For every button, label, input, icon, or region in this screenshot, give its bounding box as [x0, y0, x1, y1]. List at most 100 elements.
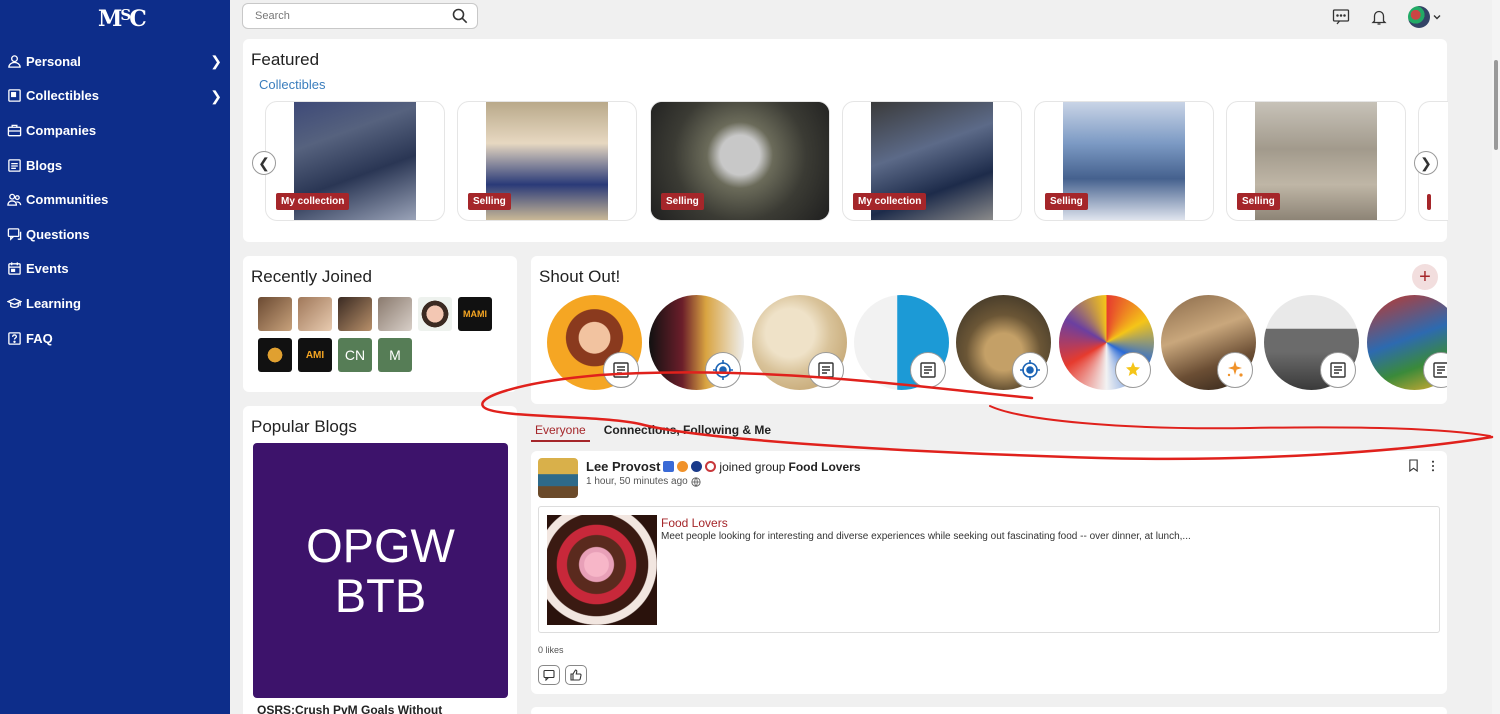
tab-connections[interactable]: Connections, Following & Me	[600, 420, 775, 442]
avatar[interactable]	[418, 297, 452, 331]
post-actions	[1408, 459, 1435, 472]
sidebar-item-label: Learning	[26, 295, 81, 311]
question-chat-icon	[7, 227, 22, 241]
status-badge: Selling	[1045, 193, 1088, 210]
member-avatars: MAMI AMI CN M	[258, 297, 508, 372]
avatar[interactable]: AMI	[298, 338, 332, 372]
group-preview[interactable]: Food Lovers Meet people looking for inte…	[538, 506, 1440, 633]
avatar[interactable]	[378, 297, 412, 331]
avatar[interactable]: MAMI	[458, 297, 492, 331]
featured-title: Featured	[251, 50, 320, 69]
avatar[interactable]	[258, 297, 292, 331]
target-icon	[1012, 352, 1048, 388]
blog-icon	[8, 158, 21, 172]
featured-card[interactable]: Selling	[1034, 101, 1214, 221]
shout-out-title: Shout Out!	[539, 267, 621, 286]
user-menu[interactable]	[1408, 6, 1442, 28]
sidebar-item-blogs[interactable]: Blogs	[0, 148, 230, 183]
sidebar-item-personal[interactable]: Personal ❯	[0, 44, 230, 79]
group-title[interactable]: Food Lovers	[661, 516, 728, 530]
status-badge: My collection	[276, 193, 350, 210]
feed-tabs: Everyone Connections, Following & Me	[531, 420, 775, 442]
likes-count: 0 likes	[538, 645, 564, 655]
featured-category-link[interactable]: Collectibles	[259, 77, 325, 92]
messages-icon[interactable]	[1332, 8, 1350, 26]
carousel-prev-button[interactable]: ❮	[252, 151, 276, 175]
post-meta: 1 hour, 50 minutes ago	[586, 476, 701, 487]
notes-icon	[808, 352, 844, 388]
medal-badge-icon	[677, 461, 689, 472]
sidebar-item-communities[interactable]: Communities	[0, 182, 230, 217]
status-badge: Selling	[468, 193, 511, 210]
search-input[interactable]	[243, 4, 443, 28]
sidebar-item-events[interactable]: Events	[0, 252, 230, 287]
chevron-right-icon: ❯	[1420, 154, 1432, 171]
sparkle-icon	[1217, 352, 1253, 388]
avatar[interactable]: CN	[338, 338, 372, 372]
post-author[interactable]: Lee Provost	[586, 459, 660, 474]
collectibles-icon	[8, 89, 21, 103]
like-button[interactable]	[565, 665, 587, 685]
notes-icon	[910, 352, 946, 388]
blog-thumbnail[interactable]: OPGW BTB	[253, 443, 508, 698]
comment-button[interactable]	[538, 665, 560, 685]
activity-post	[531, 707, 1447, 714]
avatar[interactable]	[538, 458, 578, 498]
avatar[interactable]	[338, 297, 372, 331]
post-target-link[interactable]: Food Lovers	[788, 460, 860, 474]
target-icon	[705, 352, 741, 388]
group-image	[547, 515, 657, 625]
bookmark-icon[interactable]	[1408, 459, 1419, 472]
blog-thumbnail-text: OPGW BTB	[306, 519, 455, 622]
featured-card[interactable]: My collection	[265, 101, 445, 221]
status-badge: My collection	[853, 193, 927, 210]
sidebar-item-label: FAQ	[26, 330, 53, 346]
sidebar-item-collectibles[interactable]: Collectibles ❯	[0, 79, 230, 114]
avatar[interactable]: M	[378, 338, 412, 372]
status-badge: Selling	[1237, 193, 1280, 210]
status-badge	[1427, 194, 1431, 210]
featured-card[interactable]: My collection	[842, 101, 1022, 221]
blog-title-link[interactable]: OSRS:Crush PvM Goals Without	[257, 703, 442, 714]
rank-badge-icon	[663, 461, 675, 472]
sidebar-item-faq[interactable]: FAQ	[0, 321, 230, 356]
status-badge: Selling	[661, 193, 704, 210]
thumbs-up-icon	[570, 669, 582, 681]
globe-icon	[691, 476, 701, 487]
tab-everyone[interactable]: Everyone	[531, 420, 590, 442]
recently-joined-title: Recently Joined	[251, 267, 372, 286]
sidebar-item-learning[interactable]: Learning	[0, 286, 230, 321]
scrollbar-thumb[interactable]	[1494, 60, 1498, 150]
chevron-down-icon[interactable]	[1432, 12, 1442, 22]
chevron-right-icon: ❯	[210, 53, 222, 69]
avatar[interactable]	[258, 338, 292, 372]
popular-blogs-section: Popular Blogs OPGW BTB OSRS:Crush PvM Go…	[243, 406, 517, 714]
search-icon[interactable]	[451, 7, 469, 25]
person-icon	[8, 55, 21, 68]
shout-out-list	[547, 295, 1447, 393]
post-time: 1 hour, 50 minutes ago	[586, 476, 688, 487]
featured-card[interactable]: Selling	[650, 101, 830, 221]
sidebar-item-questions[interactable]: Questions	[0, 217, 230, 252]
search-box	[242, 3, 478, 29]
add-shout-out-button[interactable]: +	[1412, 264, 1438, 290]
faq-icon	[8, 331, 21, 345]
avatar[interactable]	[1408, 6, 1430, 28]
sidebar-item-label: Communities	[26, 192, 109, 208]
stars-icon	[1115, 352, 1151, 388]
post-header: Lee Provost joined group Food Lovers	[586, 459, 861, 474]
bell-icon[interactable]	[1370, 8, 1388, 26]
app-logo[interactable]: MSC	[98, 6, 147, 32]
post-buttons	[538, 665, 587, 685]
sidebar-item-label: Companies	[26, 122, 97, 138]
featured-card[interactable]: Selling	[1226, 101, 1406, 221]
briefcase-icon	[7, 124, 22, 137]
featured-card[interactable]: Selling	[457, 101, 637, 221]
sidebar-item-companies[interactable]: Companies	[0, 113, 230, 148]
carousel-next-button[interactable]: ❯	[1414, 151, 1438, 175]
scrollbar[interactable]	[1492, 0, 1500, 714]
more-options-icon[interactable]	[1431, 460, 1435, 472]
avatar[interactable]	[298, 297, 332, 331]
globe-badge-icon	[691, 461, 703, 472]
group-description: Meet people looking for interesting and …	[661, 531, 1191, 542]
